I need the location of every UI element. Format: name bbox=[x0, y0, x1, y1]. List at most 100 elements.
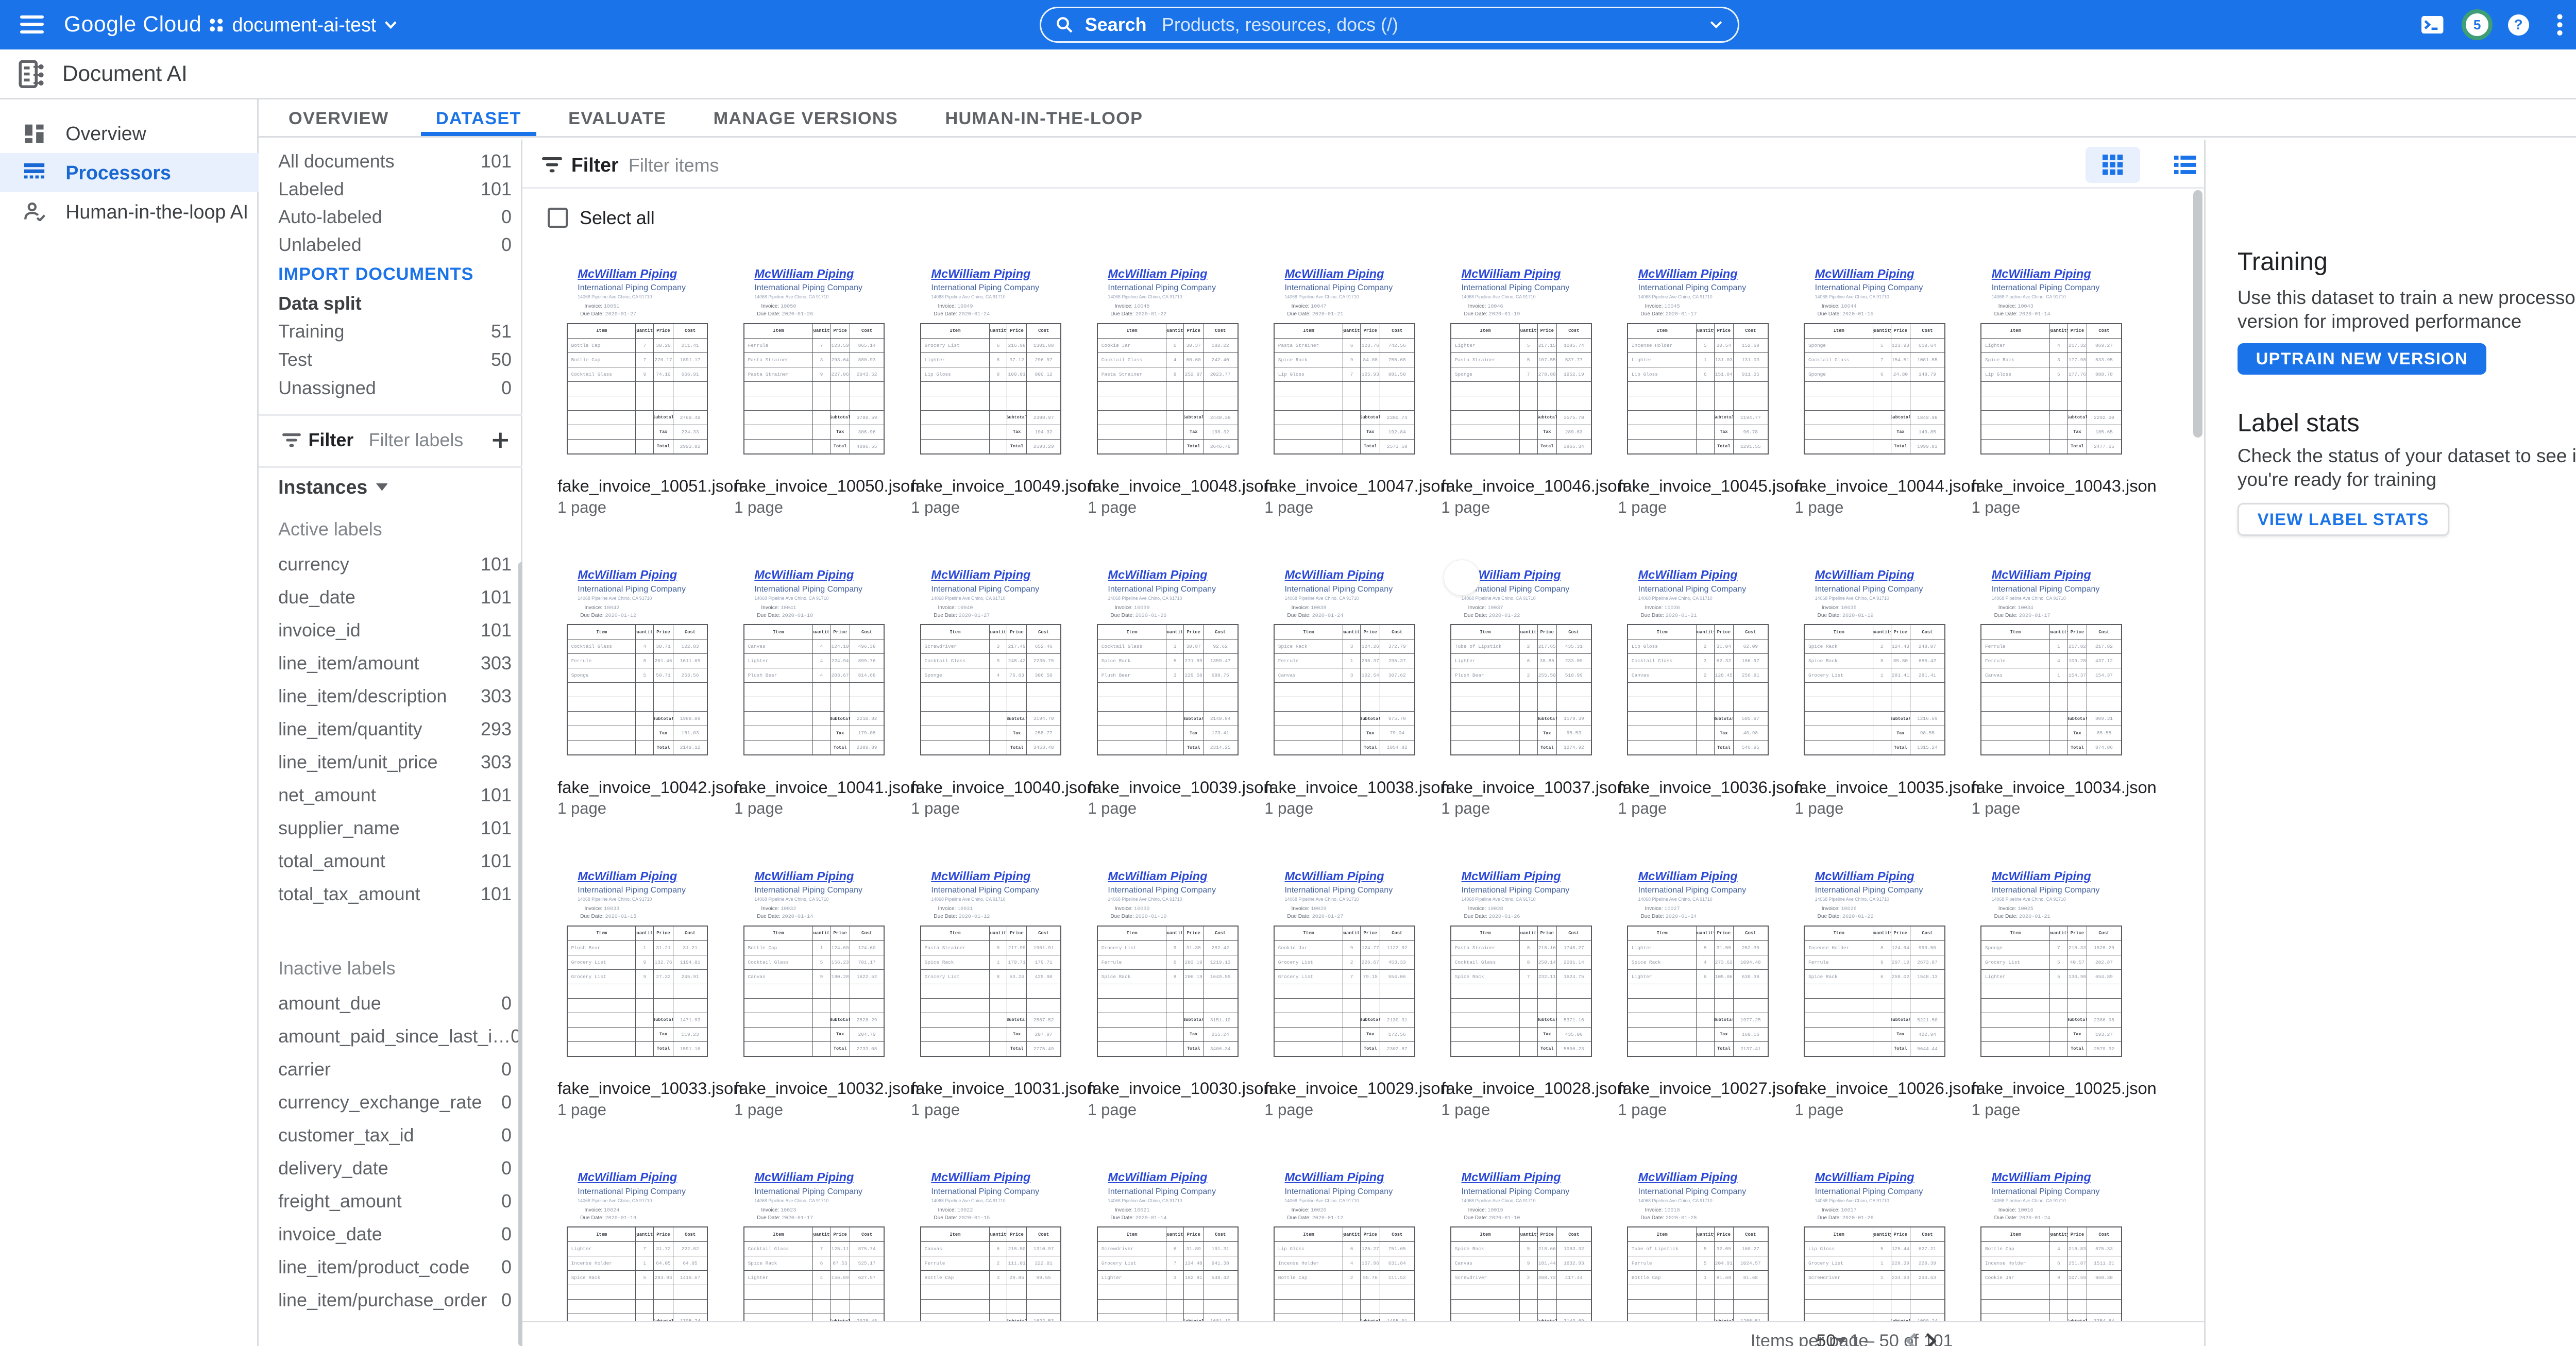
inactive-label-row[interactable]: currency_exchange_rate0 bbox=[259, 1086, 522, 1119]
count-unlabeled[interactable]: Unlabeled0 bbox=[259, 231, 522, 259]
document-card[interactable]: McWilliam PipingInternational Piping Com… bbox=[1618, 1159, 1777, 1346]
page-size-value[interactable]: 50 bbox=[1816, 1331, 1836, 1346]
view-label-stats-button[interactable]: VIEW LABEL STATS bbox=[2238, 503, 2449, 536]
document-card[interactable]: McWilliam PipingInternational Piping Com… bbox=[1794, 1159, 1954, 1346]
document-card[interactable]: McWilliam PipingInternational Piping Com… bbox=[1264, 557, 1424, 818]
document-card[interactable]: McWilliam PipingInternational Piping Com… bbox=[734, 1159, 894, 1346]
document-card[interactable]: McWilliam PipingInternational Piping Com… bbox=[557, 1159, 717, 1346]
active-label-row[interactable]: line_item/quantity293 bbox=[259, 713, 522, 746]
active-label-row[interactable]: total_amount101 bbox=[259, 845, 522, 878]
document-filename[interactable]: fake_invoice_10026.json bbox=[1794, 1079, 1979, 1098]
document-card[interactable]: McWilliam PipingInternational Piping Com… bbox=[1088, 858, 1247, 1119]
tab-human-in-the-loop[interactable]: HUMAN-IN-THE-LOOP bbox=[930, 99, 1158, 136]
invoice-thumbnail[interactable]: McWilliam PipingInternational Piping Com… bbox=[1794, 1159, 1954, 1346]
invoice-thumbnail[interactable]: McWilliam PipingInternational Piping Com… bbox=[1618, 256, 1777, 469]
document-card[interactable]: McWilliam PipingInternational Piping Com… bbox=[1441, 1159, 1601, 1346]
document-card[interactable]: McWilliam PipingInternational Piping Com… bbox=[1618, 256, 1777, 516]
document-card[interactable]: McWilliam PipingInternational Piping Com… bbox=[1794, 858, 1954, 1119]
document-filename[interactable]: fake_invoice_10034.json bbox=[1972, 778, 2157, 797]
page-size-caret-icon[interactable] bbox=[1836, 1338, 1846, 1344]
document-card[interactable]: McWilliam PipingInternational Piping Com… bbox=[1972, 256, 2131, 516]
project-selector[interactable]: document-ai-test bbox=[209, 14, 396, 36]
document-card[interactable]: McWilliam PipingInternational Piping Com… bbox=[1441, 557, 1601, 818]
invoice-thumbnail[interactable]: McWilliam PipingInternational Piping Com… bbox=[911, 256, 1071, 469]
active-label-row[interactable]: line_item/amount303 bbox=[259, 647, 522, 680]
cloud-shell-icon[interactable] bbox=[2419, 0, 2446, 49]
document-card[interactable]: McWilliam PipingInternational Piping Com… bbox=[1264, 1159, 1424, 1346]
invoice-thumbnail[interactable]: McWilliam PipingInternational Piping Com… bbox=[734, 1159, 894, 1346]
invoice-thumbnail[interactable]: McWilliam PipingInternational Piping Com… bbox=[1972, 1159, 2131, 1346]
document-filename[interactable]: fake_invoice_10028.json bbox=[1441, 1079, 1626, 1098]
inactive-label-row[interactable]: line_item/product_code0 bbox=[259, 1251, 522, 1284]
next-page-icon[interactable] bbox=[1925, 1333, 1937, 1346]
inactive-label-row[interactable]: carrier0 bbox=[259, 1053, 522, 1086]
add-label-icon[interactable] bbox=[492, 432, 509, 449]
menu-icon[interactable] bbox=[20, 15, 44, 34]
document-card[interactable]: McWilliam PipingInternational Piping Com… bbox=[734, 858, 894, 1119]
invoice-thumbnail[interactable]: McWilliam PipingInternational Piping Com… bbox=[557, 256, 717, 469]
active-label-row[interactable]: line_item/description303 bbox=[259, 680, 522, 713]
invoice-thumbnail[interactable]: McWilliam PipingInternational Piping Com… bbox=[1441, 1159, 1601, 1346]
split-test[interactable]: Test50 bbox=[259, 345, 522, 374]
invoice-thumbnail[interactable]: McWilliam PipingInternational Piping Com… bbox=[557, 858, 717, 1072]
tab-manage-versions[interactable]: MANAGE VERSIONS bbox=[698, 99, 913, 136]
invoice-thumbnail[interactable]: McWilliam PipingInternational Piping Com… bbox=[911, 557, 1071, 771]
invoice-thumbnail[interactable]: McWilliam PipingInternational Piping Com… bbox=[1441, 858, 1601, 1072]
document-card[interactable]: McWilliam PipingInternational Piping Com… bbox=[1618, 557, 1777, 818]
previous-page-icon[interactable] bbox=[1905, 1333, 1917, 1346]
document-filename[interactable]: fake_invoice_10049.json bbox=[911, 476, 1096, 496]
invoice-thumbnail[interactable]: McWilliam PipingInternational Piping Com… bbox=[1972, 557, 2131, 771]
import-documents-button[interactable]: IMPORT DOCUMENTS bbox=[278, 264, 473, 284]
document-card[interactable]: McWilliam PipingInternational Piping Com… bbox=[1618, 858, 1777, 1119]
search-bar[interactable]: Search Products, resources, docs (/) bbox=[1040, 7, 1739, 43]
document-filename[interactable]: fake_invoice_10048.json bbox=[1088, 476, 1273, 496]
invoice-thumbnail[interactable]: McWilliam PipingInternational Piping Com… bbox=[1088, 1159, 1247, 1346]
active-label-row[interactable]: line_item/unit_price303 bbox=[259, 746, 522, 779]
invoice-thumbnail[interactable]: McWilliam PipingInternational Piping Com… bbox=[557, 557, 717, 771]
invoice-thumbnail[interactable]: McWilliam PipingInternational Piping Com… bbox=[1794, 557, 1954, 771]
document-filename[interactable]: fake_invoice_10035.json bbox=[1794, 778, 1979, 797]
help-icon[interactable]: ? bbox=[2505, 0, 2532, 49]
document-filename[interactable]: fake_invoice_10032.json bbox=[734, 1079, 919, 1098]
invoice-thumbnail[interactable]: McWilliam PipingInternational Piping Com… bbox=[911, 1159, 1071, 1346]
sidebar-item-hitl[interactable]: Human-in-the-loop AI bbox=[0, 192, 259, 231]
invoice-thumbnail[interactable]: McWilliam PipingInternational Piping Com… bbox=[1264, 557, 1424, 771]
invoice-thumbnail[interactable]: McWilliam PipingInternational Piping Com… bbox=[1972, 256, 2131, 469]
filter-labels-input[interactable]: Filter labels bbox=[369, 429, 464, 451]
invoice-thumbnail[interactable]: McWilliam PipingInternational Piping Com… bbox=[1088, 858, 1247, 1072]
notifications-badge[interactable]: 5 bbox=[2461, 0, 2494, 49]
invoice-thumbnail[interactable]: McWilliam PipingInternational Piping Com… bbox=[734, 858, 894, 1072]
invoice-thumbnail[interactable]: McWilliam PipingInternational Piping Com… bbox=[1088, 256, 1247, 469]
document-card[interactable]: McWilliam PipingInternational Piping Com… bbox=[1264, 256, 1424, 516]
document-filename[interactable]: fake_invoice_10040.json bbox=[911, 778, 1096, 797]
document-card[interactable]: McWilliam PipingInternational Piping Com… bbox=[1794, 557, 1954, 818]
document-card[interactable]: McWilliam PipingInternational Piping Com… bbox=[1264, 858, 1424, 1119]
document-filename[interactable]: fake_invoice_10039.json bbox=[1088, 778, 1273, 797]
document-filename[interactable]: fake_invoice_10037.json bbox=[1441, 778, 1626, 797]
document-filename[interactable]: fake_invoice_10027.json bbox=[1618, 1079, 1803, 1098]
uptrain-new-version-button[interactable]: UPTRAIN NEW VERSION bbox=[2238, 343, 2486, 375]
invoice-thumbnail[interactable]: McWilliam PipingInternational Piping Com… bbox=[734, 256, 894, 469]
search-expand-icon[interactable] bbox=[1709, 21, 1723, 29]
inactive-label-row[interactable]: amount_due0 bbox=[259, 987, 522, 1020]
sidebar-item-overview[interactable]: Overview bbox=[0, 114, 259, 153]
count-all-documents[interactable]: All documents101 bbox=[259, 147, 522, 175]
document-card[interactable]: McWilliam PipingInternational Piping Com… bbox=[557, 557, 717, 818]
active-label-row[interactable]: net_amount101 bbox=[259, 779, 522, 812]
inactive-label-row[interactable]: customer_tax_id0 bbox=[259, 1119, 522, 1152]
invoice-thumbnail[interactable]: McWilliam PipingInternational Piping Com… bbox=[1441, 256, 1601, 469]
document-filename[interactable]: fake_invoice_10047.json bbox=[1264, 476, 1449, 496]
document-filename[interactable]: fake_invoice_10050.json bbox=[734, 476, 919, 496]
document-filename[interactable]: fake_invoice_10029.json bbox=[1264, 1079, 1449, 1098]
invoice-thumbnail[interactable]: McWilliam PipingInternational Piping Com… bbox=[1618, 1159, 1777, 1346]
invoice-thumbnail[interactable]: McWilliam PipingInternational Piping Com… bbox=[734, 557, 894, 771]
tab-evaluate[interactable]: EVALUATE bbox=[553, 99, 682, 136]
inactive-label-row[interactable]: freight_amount0 bbox=[259, 1185, 522, 1218]
sidebar-item-processors[interactable]: Processors bbox=[0, 153, 259, 192]
invoice-thumbnail[interactable]: McWilliam PipingInternational Piping Com… bbox=[911, 858, 1071, 1072]
inactive-label-row[interactable]: amount_paid_since_last_i…0 bbox=[259, 1020, 522, 1053]
invoice-thumbnail[interactable]: McWilliam PipingInternational Piping Com… bbox=[1618, 858, 1777, 1072]
document-card[interactable]: McWilliam PipingInternational Piping Com… bbox=[911, 256, 1071, 516]
inactive-label-row[interactable]: line_item/purchase_order0 bbox=[259, 1284, 522, 1317]
tab-dataset[interactable]: DATASET bbox=[421, 99, 537, 136]
